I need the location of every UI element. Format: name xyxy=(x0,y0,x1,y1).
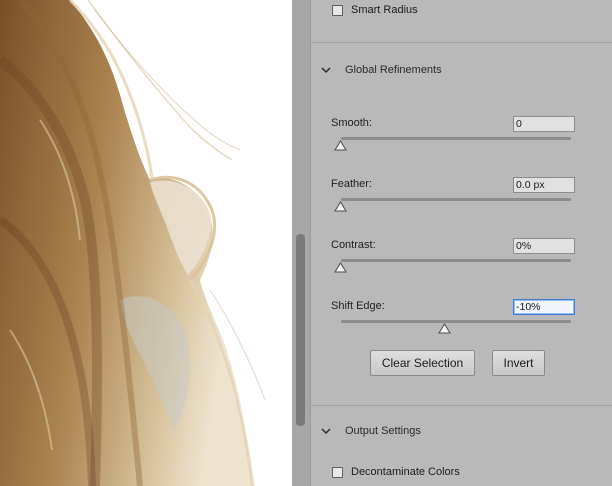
shift-edge-slider-track[interactable] xyxy=(341,320,571,323)
smart-radius-checkbox[interactable] xyxy=(332,4,343,16)
divider xyxy=(311,42,612,43)
shift-edge-slider-thumb[interactable] xyxy=(438,323,451,335)
output-settings-header[interactable]: Output Settings xyxy=(319,423,421,439)
clear-selection-button[interactable]: Clear Selection xyxy=(370,350,475,376)
feather-field[interactable]: 0.0 px xyxy=(513,177,575,193)
shift-edge-field[interactable]: -10% xyxy=(513,299,575,315)
shift-edge-label: Shift Edge: xyxy=(331,300,385,312)
refine-edge-panel: Smart Radius Global Refinements Smooth: … xyxy=(311,0,612,486)
panel-scrollbar[interactable] xyxy=(292,0,311,486)
smart-radius-label: Smart Radius xyxy=(351,4,418,16)
contrast-label: Contrast: xyxy=(331,239,376,251)
scrollbar-thumb[interactable] xyxy=(296,234,305,426)
smooth-slider-track[interactable] xyxy=(341,137,571,140)
image-canvas[interactable] xyxy=(0,0,292,486)
contrast-slider-track[interactable] xyxy=(341,259,571,262)
hair-photo xyxy=(0,0,292,486)
feather-slider-thumb[interactable] xyxy=(334,201,347,213)
global-refinements-header[interactable]: Global Refinements xyxy=(319,62,442,78)
chevron-down-icon[interactable] xyxy=(319,426,333,436)
smart-radius-row[interactable]: Smart Radius xyxy=(332,3,418,17)
contrast-slider-thumb[interactable] xyxy=(334,262,347,274)
feather-slider-track[interactable] xyxy=(341,198,571,201)
contrast-field[interactable]: 0% xyxy=(513,238,575,254)
chevron-down-icon[interactable] xyxy=(319,65,333,75)
decontaminate-colors-row[interactable]: Decontaminate Colors xyxy=(332,465,460,479)
smooth-label: Smooth: xyxy=(331,117,372,129)
invert-button[interactable]: Invert xyxy=(492,350,545,376)
divider xyxy=(311,405,612,406)
output-settings-title: Output Settings xyxy=(345,425,421,437)
feather-label: Feather: xyxy=(331,178,372,190)
decontaminate-colors-label: Decontaminate Colors xyxy=(351,466,460,478)
decontaminate-colors-checkbox[interactable] xyxy=(332,466,343,478)
global-refinements-title: Global Refinements xyxy=(345,64,442,76)
smooth-slider-thumb[interactable] xyxy=(334,140,347,152)
smooth-field[interactable]: 0 xyxy=(513,116,575,132)
